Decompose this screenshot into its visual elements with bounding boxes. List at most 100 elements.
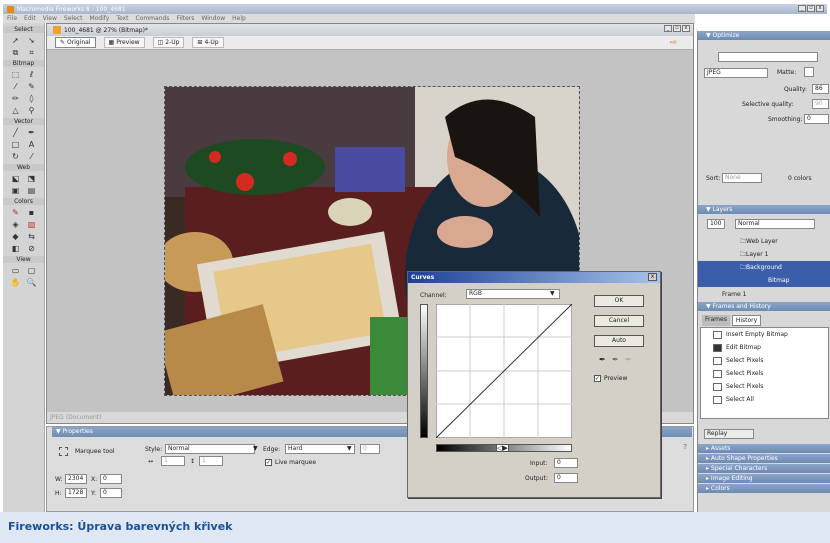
- knife-tool-icon[interactable]: ⁄: [27, 152, 37, 161]
- menu-text[interactable]: Text: [116, 15, 128, 22]
- history-item[interactable]: Select Pixels: [701, 354, 828, 367]
- optimize-preset-dropdown[interactable]: [718, 52, 818, 62]
- fixed-width-field[interactable]: 1: [161, 456, 185, 466]
- history-item[interactable]: Select Pixels: [701, 380, 828, 393]
- crop-tool-icon[interactable]: ⌗: [27, 48, 37, 57]
- swap-colors-icon[interactable]: ⇆: [27, 232, 37, 241]
- layer-row-bitmap[interactable]: Bitmap: [698, 274, 830, 287]
- panel-image-editing[interactable]: ▸ Image Editing: [698, 474, 830, 483]
- auto-button[interactable]: Auto: [594, 335, 644, 347]
- y-field[interactable]: 0: [100, 488, 122, 498]
- tab-2up[interactable]: ◫ 2-Up: [152, 37, 185, 48]
- frames-history-header[interactable]: ▼ Frames and History: [698, 302, 830, 311]
- hide-slices-icon[interactable]: ▣: [11, 186, 21, 195]
- layers-header[interactable]: ▼ Layers: [698, 205, 830, 214]
- menu-help[interactable]: Help: [232, 15, 246, 22]
- pencil-tool-icon[interactable]: ✏: [11, 94, 21, 103]
- magic-wand-tool-icon[interactable]: ⁄: [11, 82, 21, 91]
- rectangle-tool-icon[interactable]: □: [11, 140, 21, 149]
- eraser-tool-icon[interactable]: ◊: [27, 94, 37, 103]
- channel-dropdown[interactable]: RGB: [466, 289, 560, 299]
- menu-window[interactable]: Window: [201, 15, 225, 22]
- panel-colors[interactable]: ▸ Colors: [698, 484, 830, 493]
- blend-mode-dropdown[interactable]: Normal: [735, 219, 815, 229]
- tab-history[interactable]: History: [731, 315, 762, 326]
- stroke-color-icon[interactable]: ✎: [11, 208, 21, 217]
- standard-mode-icon[interactable]: ▭: [11, 266, 21, 275]
- fill-swatch-icon[interactable]: ▨: [27, 220, 37, 229]
- layer-row-web[interactable]: 🗀 Web Layer: [698, 235, 830, 248]
- pointer-tool-icon[interactable]: ➚: [11, 36, 21, 45]
- format-dropdown[interactable]: JPEG: [704, 68, 768, 78]
- menu-select[interactable]: Select: [64, 15, 83, 22]
- gradient-toggle-icon[interactable]: ◁▶: [496, 444, 509, 452]
- cancel-button[interactable]: Cancel: [594, 315, 644, 327]
- lasso-tool-icon[interactable]: ℓ: [27, 70, 37, 79]
- history-item[interactable]: Insert Empty Bitmap: [701, 328, 828, 341]
- white-eyedropper-icon[interactable]: ✒: [625, 355, 632, 364]
- scale-tool-icon[interactable]: ⧉: [11, 48, 21, 57]
- output-field[interactable]: 0: [554, 473, 578, 483]
- hand-tool-icon[interactable]: ✋: [11, 278, 21, 287]
- menu-filters[interactable]: Filters: [176, 15, 194, 22]
- tab-preview[interactable]: ▦ Preview: [103, 37, 145, 48]
- curves-graph[interactable]: [436, 304, 572, 438]
- history-item[interactable]: Select Pixels: [701, 367, 828, 380]
- panel-auto-shape-properties[interactable]: ▸ Auto Shape Properties: [698, 454, 830, 463]
- menu-commands[interactable]: Commands: [135, 15, 169, 22]
- opacity-field[interactable]: 100: [707, 219, 725, 229]
- quality-field[interactable]: 86: [812, 84, 829, 94]
- panel-assets[interactable]: ▸ Assets: [698, 444, 830, 453]
- menu-modify[interactable]: Modify: [89, 15, 109, 22]
- preview-checkbox[interactable]: ✓: [594, 375, 601, 382]
- text-tool-icon[interactable]: A: [27, 140, 37, 149]
- marquee-tool-icon[interactable]: ⬚: [11, 70, 21, 79]
- width-field[interactable]: 2304: [65, 474, 87, 484]
- input-field[interactable]: 0: [554, 458, 578, 468]
- tab-original[interactable]: ✎ Original: [55, 37, 96, 48]
- close-button[interactable]: x: [816, 5, 824, 12]
- history-item[interactable]: Select All: [701, 393, 828, 406]
- doc-close-button[interactable]: x: [682, 25, 690, 32]
- stroke-swatch-icon[interactable]: ▪: [27, 208, 37, 217]
- ok-button[interactable]: OK: [594, 295, 644, 307]
- edge-amount-field[interactable]: 0: [360, 444, 380, 454]
- layer-row-layer1[interactable]: 🗀 Layer 1: [698, 248, 830, 261]
- slice-tool-icon[interactable]: ⬔: [27, 174, 37, 183]
- optimize-header[interactable]: ▼ Optimize: [698, 31, 830, 40]
- full-screen-mode-icon[interactable]: ▢: [27, 266, 37, 275]
- height-field[interactable]: 1728: [65, 488, 87, 498]
- edge-dropdown[interactable]: Hard: [285, 444, 355, 454]
- live-marquee-checkbox[interactable]: ✓: [265, 459, 272, 466]
- menu-file[interactable]: File: [7, 15, 17, 22]
- pen-tool-icon[interactable]: ✒: [27, 128, 37, 137]
- fixed-height-field[interactable]: 1: [199, 456, 223, 466]
- menu-view[interactable]: View: [43, 15, 57, 22]
- style-dropdown[interactable]: Normal: [165, 444, 255, 454]
- brush-tool-icon[interactable]: ✎: [27, 82, 37, 91]
- help-icon[interactable]: ?: [683, 443, 687, 451]
- rubber-stamp-tool-icon[interactable]: ⚲: [27, 106, 37, 115]
- gray-eyedropper-icon[interactable]: ✒: [612, 355, 619, 364]
- dialog-close-button[interactable]: x: [648, 273, 657, 281]
- black-eyedropper-icon[interactable]: ✒: [599, 355, 606, 364]
- fill-bucket-icon[interactable]: ◆: [11, 232, 21, 241]
- fill-color-icon[interactable]: ◈: [11, 220, 21, 229]
- default-colors-icon[interactable]: ◧: [11, 244, 21, 253]
- no-color-icon[interactable]: ⊘: [27, 244, 37, 253]
- matte-swatch[interactable]: [804, 67, 814, 77]
- tab-frames[interactable]: Frames: [702, 315, 730, 326]
- tab-4up[interactable]: ⊞ 4-Up: [192, 37, 224, 48]
- quick-export-icon[interactable]: ⇨: [669, 38, 677, 48]
- selective-quality-field[interactable]: 90: [812, 99, 829, 109]
- minimize-button[interactable]: _: [798, 5, 806, 12]
- subselection-tool-icon[interactable]: ➘: [27, 36, 37, 45]
- doc-restore-button[interactable]: ▫: [673, 25, 681, 32]
- doc-minimize-button[interactable]: _: [664, 25, 672, 32]
- history-item[interactable]: Edit Bitmap: [701, 341, 828, 354]
- replay-button[interactable]: Replay: [704, 429, 754, 439]
- restore-button[interactable]: ▫: [807, 5, 815, 12]
- freeform-tool-icon[interactable]: ↻: [11, 152, 21, 161]
- layer-row-background[interactable]: 🗀 Background: [698, 261, 830, 274]
- line-tool-icon[interactable]: ╱: [11, 128, 21, 137]
